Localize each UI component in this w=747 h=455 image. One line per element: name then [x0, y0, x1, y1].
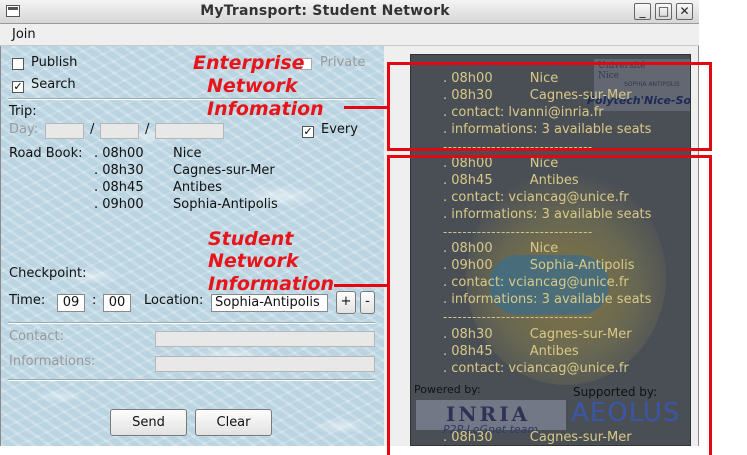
divider [8, 322, 375, 324]
road-book-time: . 08h45 [94, 180, 144, 195]
student-highlight-box [387, 155, 712, 455]
menu-bar: Join [0, 24, 699, 46]
contact-label: Contact: [9, 329, 64, 344]
menu-join[interactable]: Join [12, 27, 36, 42]
road-book-place: Sophia-Antipolis [173, 197, 278, 212]
checkpoint-label: Checkpoint: [9, 266, 87, 281]
remove-checkpoint-button[interactable]: - [360, 291, 375, 314]
annotation-pointer [344, 106, 389, 109]
date-separator: / [145, 122, 150, 137]
road-book-place: Antibes [173, 180, 222, 195]
search-checkbox[interactable]: ✓ [12, 81, 24, 93]
location-field[interactable]: Sophia-Antipolis [211, 294, 328, 312]
informations-field[interactable] [155, 356, 375, 372]
every-checkbox[interactable]: ✓ [302, 126, 314, 138]
hour-field[interactable]: 09 [57, 294, 85, 312]
annotation-enterprise: Network [207, 75, 298, 97]
every-label: Every [321, 122, 358, 137]
add-checkpoint-button[interactable]: + [336, 291, 356, 314]
enterprise-highlight-box [387, 62, 712, 151]
maximize-icon[interactable]: □ [655, 3, 672, 20]
month-field[interactable] [100, 123, 139, 139]
window-title: MyTransport: Student Network [200, 3, 450, 19]
minute-field[interactable]: 00 [103, 294, 131, 312]
day-field[interactable] [45, 123, 84, 139]
road-book-time: . 08h30 [94, 163, 144, 178]
divider [8, 379, 375, 381]
location-label: Location: [144, 293, 204, 308]
send-button[interactable]: Send [110, 409, 187, 436]
time-label: Time: [9, 293, 46, 308]
day-label: Day: [9, 122, 39, 137]
road-book-time: . 08h00 [94, 146, 144, 161]
title-bar[interactable]: MyTransport: Student Network _ □ ✕ [0, 0, 699, 24]
annotation-student: Information [208, 273, 335, 295]
annotation-student: Student [208, 228, 294, 250]
road-book-time: . 09h00 [94, 197, 144, 212]
informations-label: Informations: [9, 354, 96, 369]
trip-label: Trip: [9, 104, 37, 119]
left-form-panel [1, 46, 384, 446]
annotation-student: Network [208, 250, 299, 272]
contact-field[interactable] [155, 331, 375, 347]
minimize-icon[interactable]: _ [634, 3, 651, 20]
annotation-pointer [334, 284, 389, 287]
annotation-enterprise: Infomation [207, 98, 324, 120]
clear-button[interactable]: Clear [195, 409, 272, 436]
publish-checkbox[interactable] [12, 58, 24, 70]
close-icon[interactable]: ✕ [676, 3, 693, 20]
road-book-place: Cagnes-sur-Mer [173, 163, 275, 178]
annotation-enterprise: Enterprise [193, 52, 305, 74]
road-book-place: Nice [173, 146, 202, 161]
search-label: Search [31, 77, 76, 92]
private-label: Private [320, 55, 366, 70]
road-book-label: Road Book: [9, 146, 83, 161]
publish-label: Publish [31, 55, 78, 70]
year-field[interactable] [155, 123, 224, 139]
date-separator: / [90, 122, 95, 137]
time-separator: : [92, 293, 97, 308]
